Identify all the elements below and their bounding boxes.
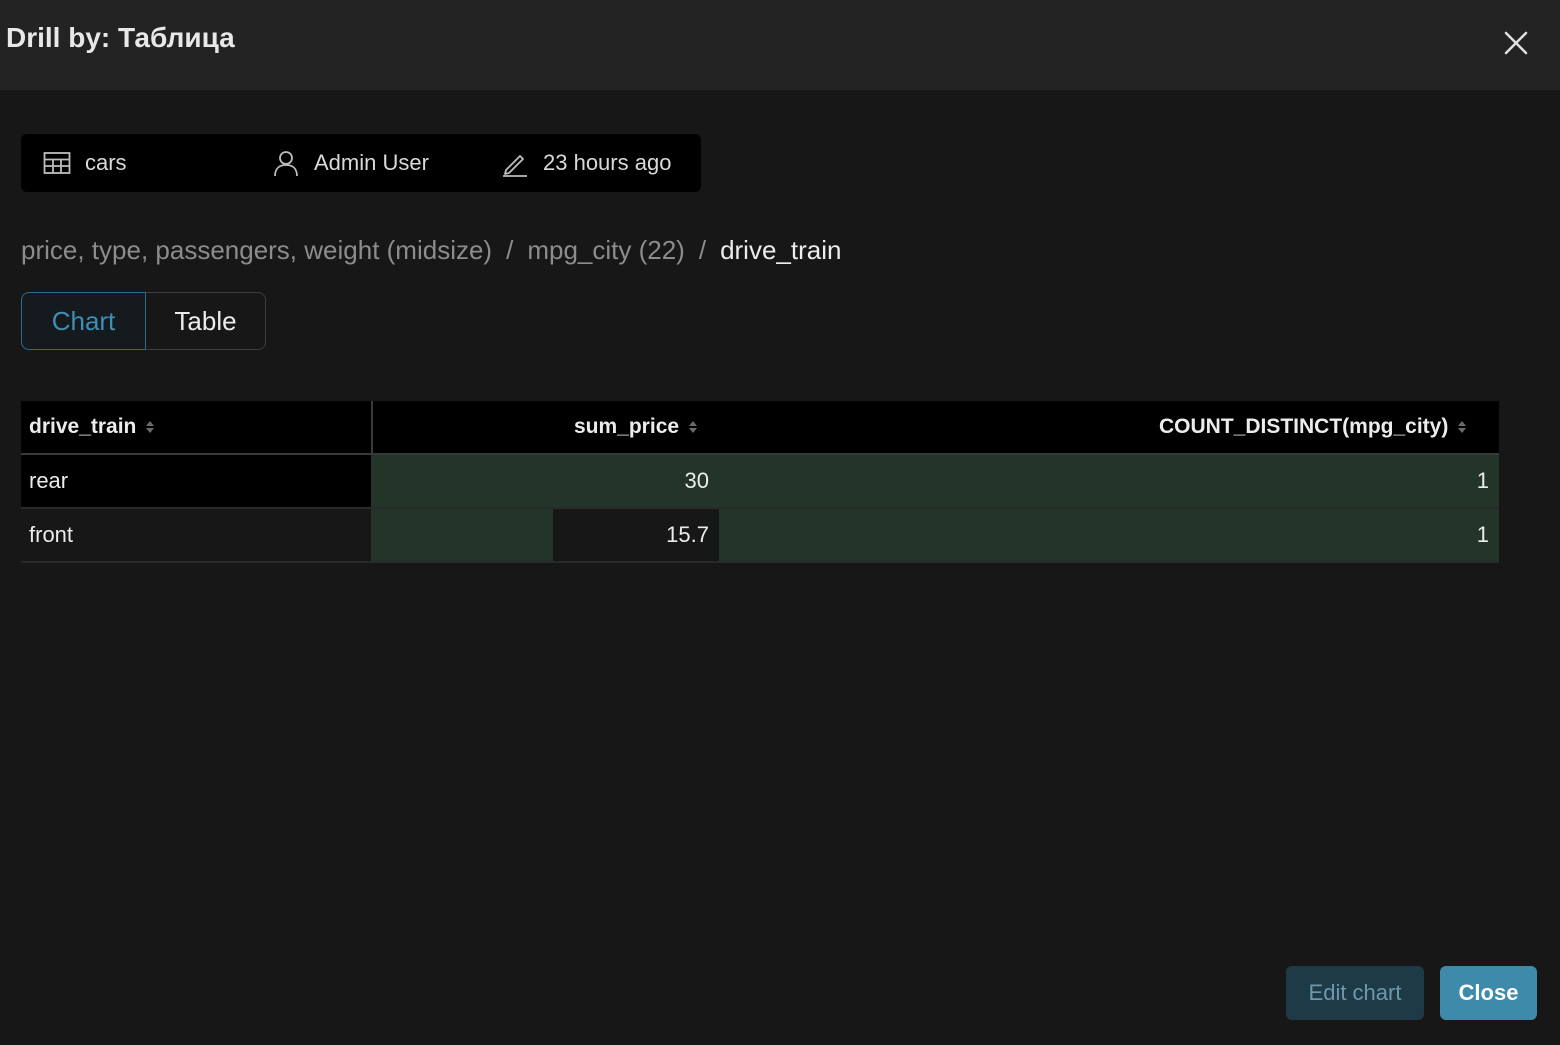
cell-value: 1 — [1476, 468, 1489, 493]
cell-bar — [371, 509, 554, 561]
sort-icon — [687, 419, 699, 435]
column-header-count-distinct[interactable]: COUNT_DISTINCT(mpg_city) — [1159, 401, 1468, 453]
cell-bar — [719, 509, 1499, 561]
cell-drive-train: front — [21, 509, 371, 561]
modified-info: 23 hours ago — [501, 134, 671, 192]
dataset-info[interactable]: cars — [43, 134, 127, 192]
cell-count-distinct: 1 — [719, 509, 1499, 561]
breadcrumb: price, type, passengers, weight (midsize… — [21, 230, 841, 270]
modal-title: Drill by: Таблица — [6, 22, 235, 53]
column-label: drive_train — [29, 415, 137, 438]
column-header-sum-price[interactable]: sum_price — [574, 401, 699, 453]
cell-drive-train: rear — [21, 455, 371, 507]
cell-value: 15.7 — [666, 522, 709, 547]
dataset-name: cars — [85, 150, 127, 175]
drill-by-modal: Drill by: Таблица cars Admin User 23 hou… — [0, 0, 1560, 1045]
chart-view-button[interactable]: Chart — [21, 292, 146, 350]
results-table: drive_train sum_price COUNT_DISTINCT(mpg… — [21, 401, 1499, 563]
breadcrumb-item[interactable]: price, type, passengers, weight (midsize… — [21, 235, 492, 266]
cell-bar — [719, 455, 1499, 507]
owner-name: Admin User — [314, 150, 429, 175]
table-row[interactable]: rear 30 1 — [21, 455, 1499, 509]
cell-sum-price: 15.7 — [371, 509, 719, 561]
table-row[interactable]: front 15.7 1 — [21, 509, 1499, 563]
view-toggle: Chart Table — [21, 292, 266, 350]
table-icon — [43, 152, 71, 174]
cell-value: 30 — [684, 468, 709, 493]
column-label: sum_price — [574, 415, 680, 438]
breadcrumb-item[interactable]: mpg_city (22) — [527, 235, 685, 266]
column-label: COUNT_DISTINCT(mpg_city) — [1159, 415, 1449, 438]
close-icon[interactable] — [1500, 27, 1532, 59]
cell-value: 1 — [1476, 522, 1489, 547]
chart-metadata-bar: cars Admin User 23 hours ago — [21, 134, 701, 192]
cell-count-distinct: 1 — [719, 455, 1499, 507]
table-view-button[interactable]: Table — [146, 292, 266, 350]
cell-bar — [371, 455, 719, 507]
sort-icon — [144, 419, 156, 435]
sort-icon — [1456, 419, 1468, 435]
cell-sum-price: 30 — [371, 455, 719, 507]
close-button[interactable]: Close — [1440, 966, 1537, 1020]
column-divider — [371, 401, 373, 453]
modified-time: 23 hours ago — [543, 150, 672, 175]
breadcrumb-separator: / — [698, 234, 707, 265]
breadcrumb-current: drive_train — [720, 234, 842, 265]
breadcrumb-separator: / — [506, 234, 514, 265]
owner-info: Admin User — [272, 134, 429, 192]
edit-chart-button[interactable]: Edit chart — [1286, 966, 1424, 1020]
table-header: drive_train sum_price COUNT_DISTINCT(mpg… — [21, 401, 1499, 455]
edit-icon — [503, 155, 527, 177]
modal-header: Drill by: Таблица — [0, 0, 1560, 90]
user-icon — [274, 151, 298, 177]
column-header-drive-train[interactable]: drive_train — [29, 401, 156, 453]
